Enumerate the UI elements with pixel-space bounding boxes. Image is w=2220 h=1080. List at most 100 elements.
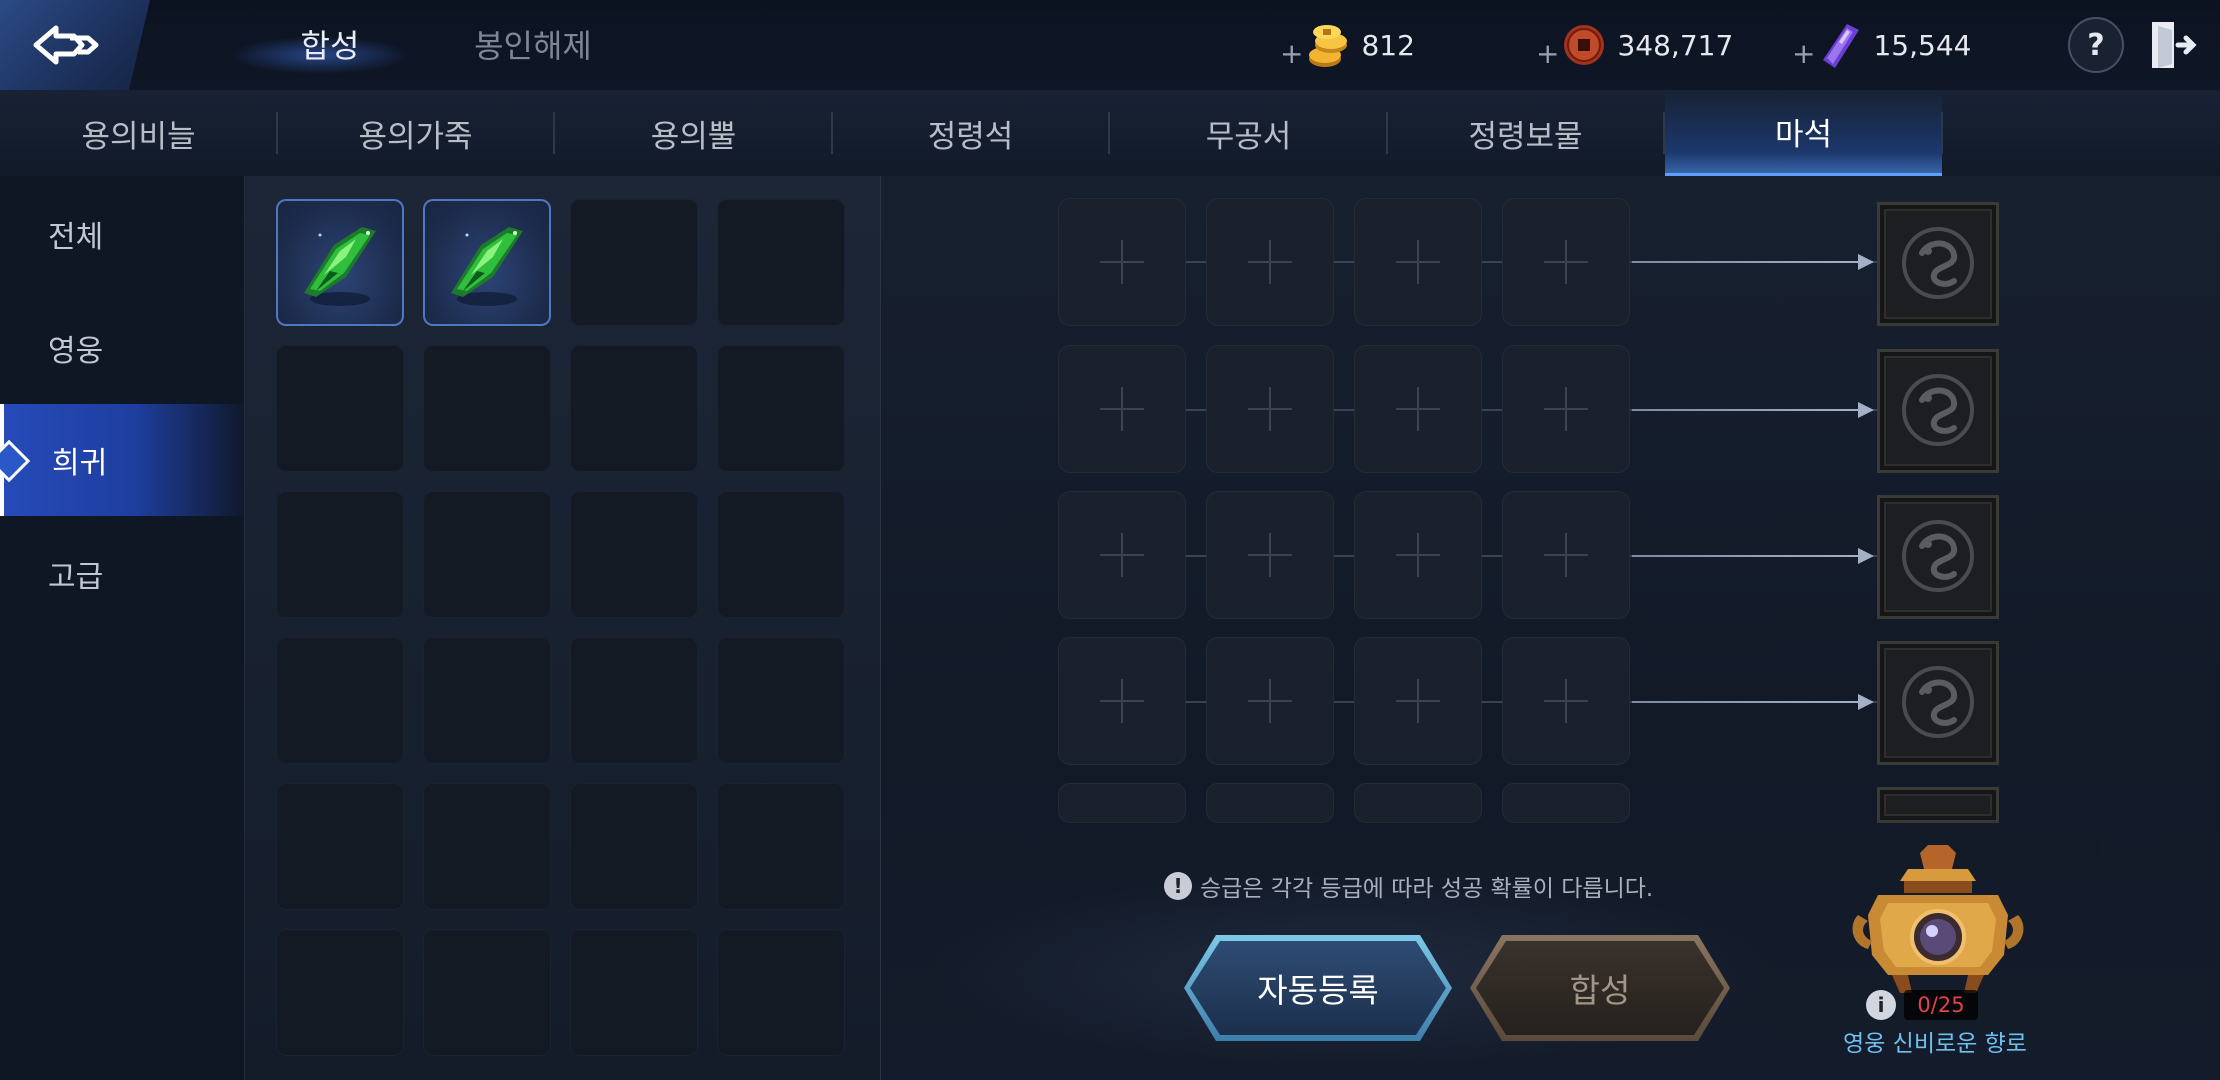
notice-text: 승급은 각각 등급에 따라 성공 확률이 다릅니다. xyxy=(1200,876,1654,902)
currency-crystal[interactable]: + 15,544 xyxy=(1792,20,1971,70)
inventory-slot[interactable] xyxy=(423,199,551,326)
inventory-slot[interactable] xyxy=(423,345,551,472)
rarity-sidebar: 전체 영웅 희귀 고급 xyxy=(0,176,245,1080)
inventory-slot[interactable] xyxy=(276,929,404,1056)
material-slot[interactable] xyxy=(1058,491,1186,619)
inventory-slot[interactable] xyxy=(570,783,698,910)
material-slot[interactable] xyxy=(1502,783,1630,823)
inventory-slot[interactable] xyxy=(276,637,404,764)
exit-button[interactable] xyxy=(2148,18,2200,72)
inventory-slot[interactable] xyxy=(570,491,698,618)
inventory-slot[interactable] xyxy=(717,929,845,1056)
back-button[interactable] xyxy=(0,0,150,90)
inventory-slot[interactable] xyxy=(570,345,698,472)
copper-coin-icon xyxy=(1564,25,1605,65)
censer-icon xyxy=(1852,845,2024,993)
material-slot[interactable] xyxy=(1058,637,1186,765)
inventory-slot[interactable] xyxy=(423,929,551,1056)
filter-advanced[interactable]: 고급 xyxy=(0,518,244,630)
auto-register-button[interactable]: 자동등록 xyxy=(1190,941,1446,1035)
add-icon: + xyxy=(1536,36,1560,70)
result-slot xyxy=(1877,641,1999,765)
inventory-slot[interactable] xyxy=(717,199,845,326)
material-slot[interactable] xyxy=(1354,198,1482,326)
tab-spirit-treasure[interactable]: 정령보물 xyxy=(1387,90,1664,176)
tab-dragon-leather[interactable]: 용의가죽 xyxy=(277,90,554,176)
help-button[interactable]: ? xyxy=(2068,17,2124,73)
material-slot[interactable] xyxy=(1206,637,1334,765)
synthesize-label: 합성 xyxy=(1569,971,1631,1010)
inventory-slot[interactable] xyxy=(276,783,404,910)
tab-label: 마석 xyxy=(1774,117,1833,153)
copper-amount: 348,717 xyxy=(1617,28,1734,62)
tab-unseal[interactable]: 봉인해제 xyxy=(468,22,598,66)
tab-spirit-stone[interactable]: 정령석 xyxy=(832,90,1109,176)
result-slot xyxy=(1877,495,1999,619)
arrow-head-icon xyxy=(1858,548,1874,564)
tab-martial-book[interactable]: 무공서 xyxy=(1110,90,1387,176)
inventory-slot[interactable] xyxy=(570,929,698,1056)
inventory-slot[interactable] xyxy=(570,199,698,326)
filter-all[interactable]: 전체 xyxy=(0,178,244,290)
filter-hero[interactable]: 영웅 xyxy=(0,292,244,404)
inventory-slot[interactable] xyxy=(717,783,845,910)
dragon-emblem-icon xyxy=(1902,520,1974,592)
result-arrow xyxy=(1632,701,1860,703)
auto-register-label: 자동등록 xyxy=(1257,971,1379,1010)
add-icon: + xyxy=(1792,36,1816,70)
inventory-grid xyxy=(245,176,881,1080)
tab-label: 무공서 xyxy=(1205,118,1292,155)
arrow-head-icon xyxy=(1858,402,1874,418)
material-slot[interactable] xyxy=(1206,783,1334,823)
inventory-slot[interactable] xyxy=(717,491,845,618)
inventory-slot[interactable] xyxy=(570,637,698,764)
tab-dragon-scale[interactable]: 용의비늘 xyxy=(0,90,277,176)
material-slot[interactable] xyxy=(1502,491,1630,619)
material-slot[interactable] xyxy=(1058,345,1186,473)
result-arrow xyxy=(1632,555,1860,557)
material-slot[interactable] xyxy=(1502,637,1630,765)
tab-magic-stone[interactable]: 마석 xyxy=(1665,90,1942,176)
green-crystal-icon xyxy=(304,227,376,306)
result-arrow xyxy=(1632,409,1860,411)
tab-label: 용의뿔 xyxy=(650,118,737,155)
material-slot[interactable] xyxy=(1354,637,1482,765)
material-slot[interactable] xyxy=(1206,345,1334,473)
inventory-slot[interactable] xyxy=(423,491,551,618)
filter-label: 희귀 xyxy=(52,446,108,481)
synthesize-button[interactable]: 합성 xyxy=(1476,941,1724,1035)
crystal-amount: 15,544 xyxy=(1873,28,1972,62)
green-crystal-icon xyxy=(451,227,523,306)
material-slot[interactable] xyxy=(1206,198,1334,326)
tab-label: 정령석 xyxy=(927,118,1014,155)
add-icon: + xyxy=(1280,36,1304,70)
inventory-slot[interactable] xyxy=(423,637,551,764)
material-slot[interactable] xyxy=(1206,491,1334,619)
dragon-emblem-icon xyxy=(1902,666,1974,738)
material-slot[interactable] xyxy=(1354,345,1482,473)
tab-label: 용의비늘 xyxy=(81,118,196,155)
censer-info-icon[interactable]: i xyxy=(1866,990,1896,1020)
gold-amount: 812 xyxy=(1361,28,1415,62)
censer-progress-count: 0/25 xyxy=(1904,990,1978,1020)
inventory-slot[interactable] xyxy=(276,345,404,472)
material-slot[interactable] xyxy=(1058,198,1186,326)
currency-gold[interactable]: + 812 xyxy=(1280,20,1415,70)
tab-label: 용의가죽 xyxy=(358,118,473,155)
currency-copper[interactable]: + 348,717 xyxy=(1536,20,1733,70)
selected-diamond-icon xyxy=(0,439,31,483)
inventory-slot[interactable] xyxy=(423,783,551,910)
inventory-slot[interactable] xyxy=(276,491,404,618)
material-slot[interactable] xyxy=(1058,783,1186,823)
inventory-slot[interactable] xyxy=(717,637,845,764)
material-slot[interactable] xyxy=(1354,491,1482,619)
material-slot[interactable] xyxy=(1354,783,1482,823)
inventory-slot[interactable] xyxy=(717,345,845,472)
material-slot[interactable] xyxy=(1502,198,1630,326)
filter-rare[interactable]: 희귀 xyxy=(0,404,244,516)
censer-name: 영웅 신비로운 향로 xyxy=(1843,1031,2027,1057)
tab-synthesis[interactable]: 합성 xyxy=(290,22,370,66)
inventory-slot[interactable] xyxy=(276,199,404,326)
material-slot[interactable] xyxy=(1502,345,1630,473)
tab-dragon-horn[interactable]: 용의뿔 xyxy=(555,90,832,176)
